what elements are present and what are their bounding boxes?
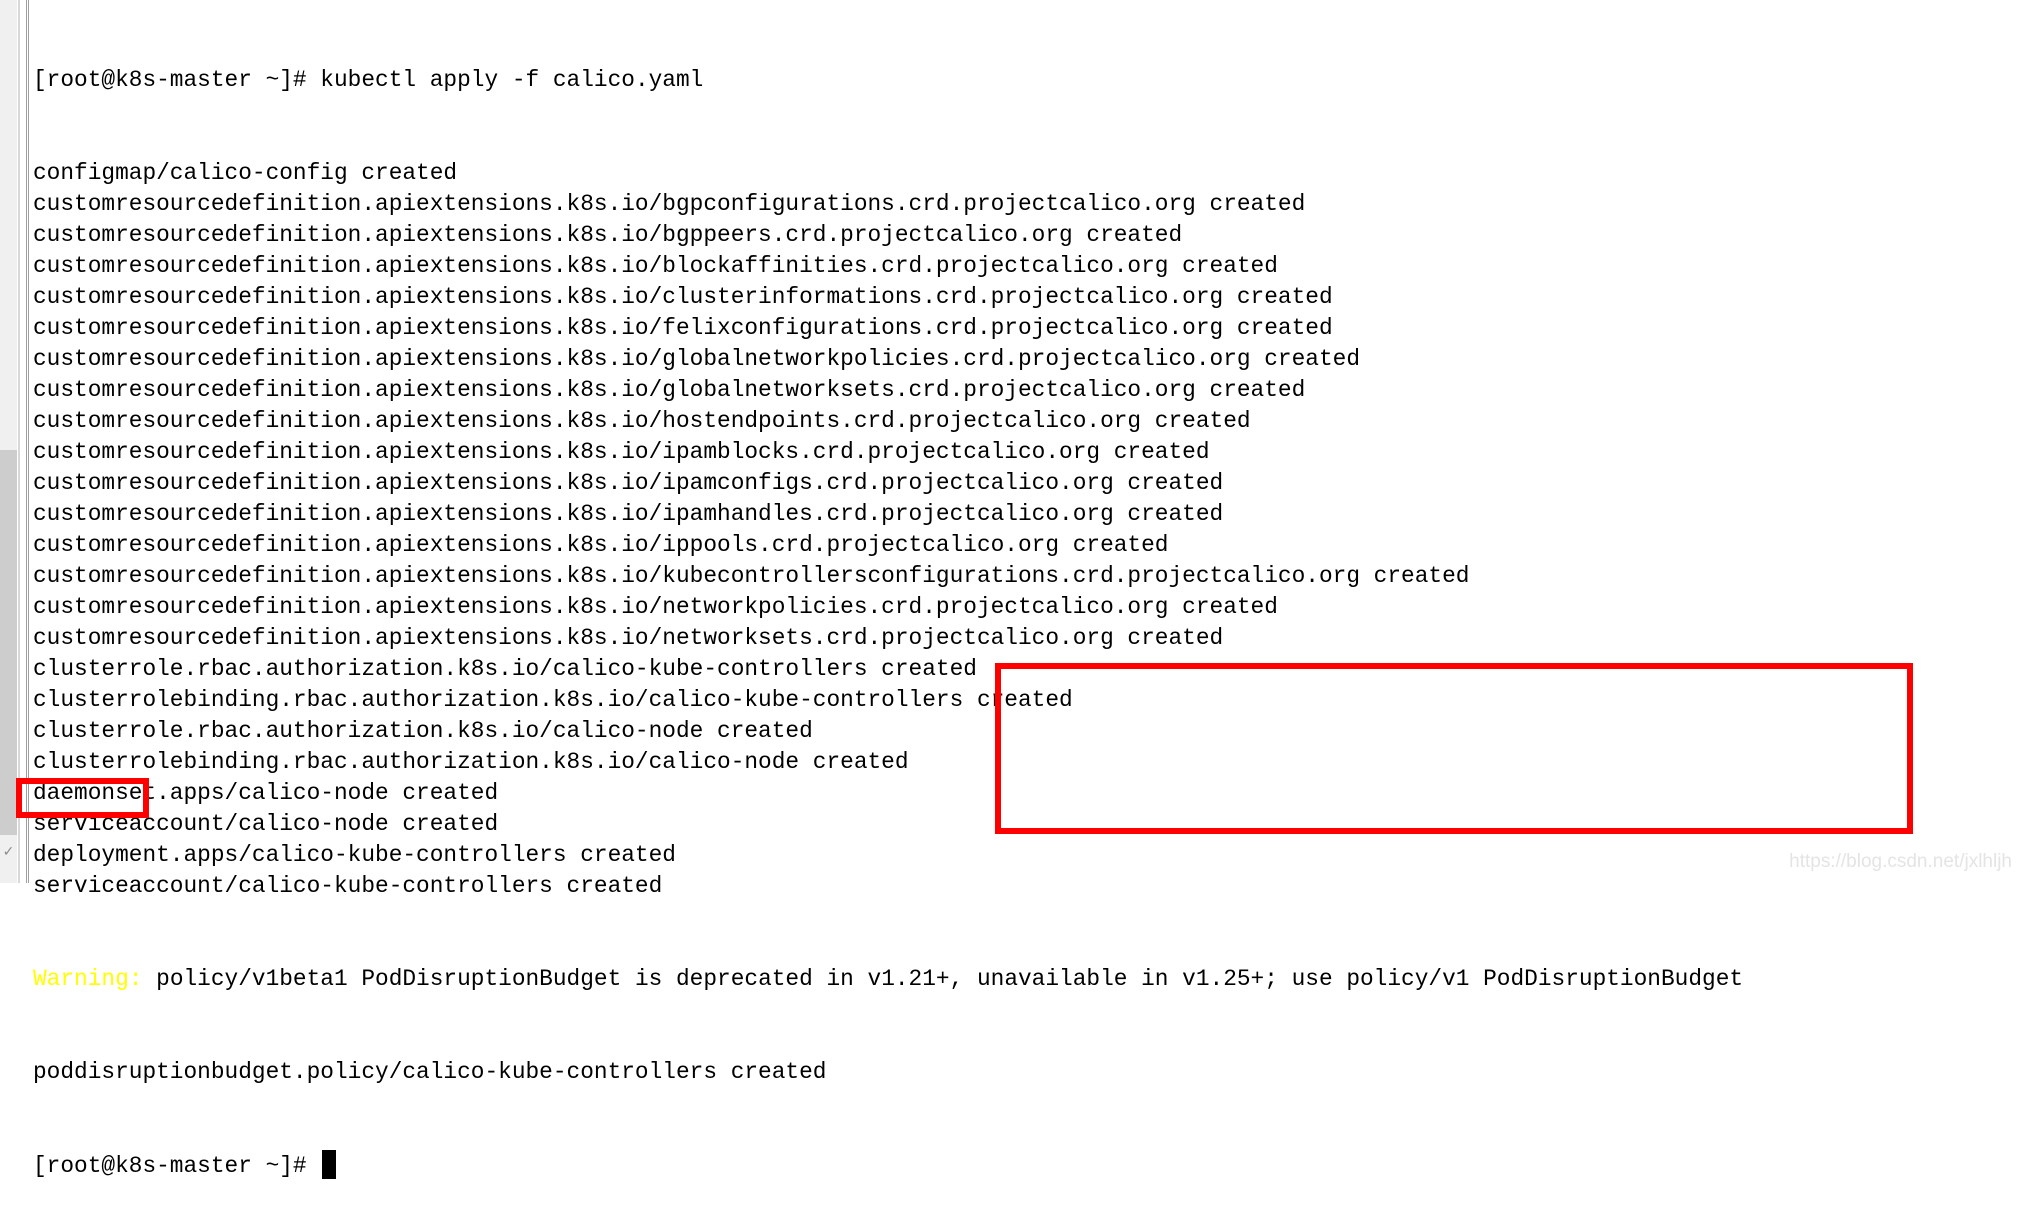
- warning-label-highlight-box: [16, 778, 149, 818]
- output-line: customresourcedefinition.apiextensions.k…: [33, 253, 1278, 279]
- output-line: serviceaccount/calico-kube-controllers c…: [33, 873, 663, 899]
- command-line: [root@k8s-master ~]# kubectl apply -f ca…: [33, 65, 2022, 96]
- vertical-scrollbar[interactable]: ✓: [0, 0, 17, 883]
- scroll-down-chevron-icon[interactable]: ✓: [0, 842, 17, 862]
- output-line: customresourcedefinition.apiextensions.k…: [33, 222, 1183, 248]
- terminal-border: [26, 0, 27, 883]
- text-cursor: [322, 1150, 337, 1179]
- warning-message-highlight-box: [995, 663, 1913, 834]
- shell-prompt: [root@k8s-master ~]#: [33, 1153, 321, 1179]
- output-line: customresourcedefinition.apiextensions.k…: [33, 439, 1210, 465]
- output-line: configmap/calico-config created: [33, 160, 458, 186]
- output-line: customresourcedefinition.apiextensions.k…: [33, 284, 1333, 310]
- watermark: https://blog.csdn.net/jxlhljh: [1789, 851, 2012, 872]
- output-line: customresourcedefinition.apiextensions.k…: [33, 346, 1360, 372]
- output-line: customresourcedefinition.apiextensions.k…: [33, 594, 1278, 620]
- terminal-border-inner: [28, 0, 29, 883]
- output-line: customresourcedefinition.apiextensions.k…: [33, 191, 1306, 217]
- output-line: customresourcedefinition.apiextensions.k…: [33, 377, 1306, 403]
- warning-line: Warning: policy/v1beta1 PodDisruptionBud…: [33, 964, 2022, 995]
- warning-text: policy/v1beta1 PodDisruptionBudget is de…: [142, 966, 1744, 992]
- scrollbar-thumb[interactable]: [0, 450, 17, 835]
- output-line: customresourcedefinition.apiextensions.k…: [33, 625, 1224, 651]
- pane-divider: [18, 0, 20, 883]
- output-line: customresourcedefinition.apiextensions.k…: [33, 315, 1333, 341]
- output-line: deployment.apps/calico-kube-controllers …: [33, 842, 676, 868]
- shell-prompt: [root@k8s-master ~]#: [33, 67, 321, 93]
- output-line: poddisruptionbudget.policy/calico-kube-c…: [33, 1059, 827, 1085]
- output-line: customresourcedefinition.apiextensions.k…: [33, 470, 1224, 496]
- warning-label: Warning:: [33, 966, 143, 992]
- output-line: customresourcedefinition.apiextensions.k…: [33, 501, 1224, 527]
- output-line: customresourcedefinition.apiextensions.k…: [33, 563, 1470, 589]
- output-line: customresourcedefinition.apiextensions.k…: [33, 532, 1169, 558]
- command-text: kubectl apply -f calico.yaml: [320, 67, 704, 93]
- output-line: customresourcedefinition.apiextensions.k…: [33, 408, 1251, 434]
- final-prompt-line[interactable]: [root@k8s-master ~]#: [33, 1150, 2022, 1181]
